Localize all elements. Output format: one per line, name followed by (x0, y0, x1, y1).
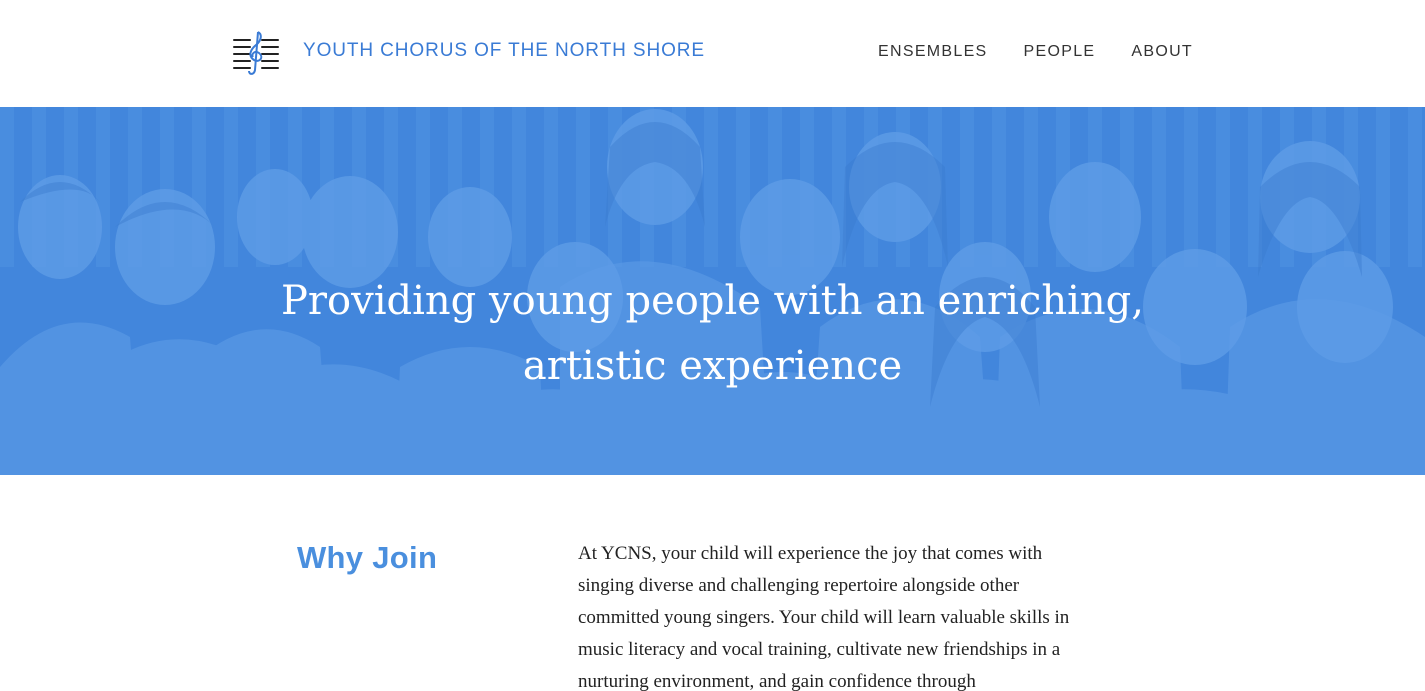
why-join-paragraph: At YCNS, your child will experience the … (578, 538, 1118, 691)
why-join-heading: Why Join (297, 540, 438, 575)
treble-clef-logo-icon[interactable] (232, 30, 280, 78)
hero-title: Providing young people with an enriching… (0, 269, 1425, 399)
paragraph-line: committed young singers. Your child will… (578, 607, 1070, 628)
nav-item-about[interactable]: ABOUT (1131, 43, 1193, 61)
site-title-link[interactable]: YOUTH CHORUS OF THE NORTH SHORE (303, 40, 705, 62)
paragraph-line: At YCNS, your child will experience the … (578, 543, 1043, 564)
hero-title-line: Providing young people with an enriching… (281, 278, 1144, 324)
hero-title-line: artistic experience (522, 343, 903, 389)
paragraph-line: music literacy and vocal training, culti… (578, 639, 1061, 660)
paragraph-line: nurturing environment, and gain confiden… (578, 671, 976, 691)
nav-item-ensembles[interactable]: ENSEMBLES (878, 43, 988, 61)
hero-banner: Providing young people with an enriching… (0, 107, 1425, 475)
paragraph-line: singing diverse and challenging repertoi… (578, 575, 1020, 596)
site-header: YOUTH CHORUS OF THE NORTH SHORE ENSEMBLE… (0, 0, 1425, 107)
nav-item-people[interactable]: PEOPLE (1024, 43, 1096, 61)
main-nav: ENSEMBLES PEOPLE ABOUT (878, 43, 1193, 61)
